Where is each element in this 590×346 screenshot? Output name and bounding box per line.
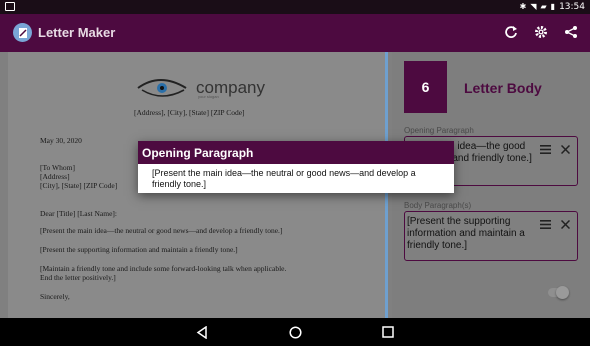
letter-address-line: [Address], [City], [State] [ZIP Code] — [134, 108, 245, 117]
navigation-bar — [0, 318, 590, 346]
recipient-line: [To Whom] — [40, 163, 75, 172]
field-actions — [539, 143, 571, 155]
dialog-title: Opening Paragraph — [138, 141, 454, 164]
opening-paragraph-label: Opening Paragraph — [404, 126, 474, 135]
toggle-knob — [556, 286, 569, 299]
letter-salutation: Dear [Title] [Last Name]: — [40, 209, 117, 218]
status-icons: ✱ ◥ ▰ ▮ 13:54 — [520, 1, 585, 13]
letter-paragraph: End the letter positively.] — [40, 273, 116, 282]
battery-icon: ▮ — [550, 2, 556, 11]
dialog-text[interactable]: [Present the main idea—the neutral or go… — [138, 164, 454, 193]
field-actions — [539, 218, 571, 230]
close-icon[interactable] — [559, 218, 571, 230]
letter-paragraph: [Present the supporting information and … — [40, 245, 238, 254]
letter-paragraph: [Present the main idea—the neutral or go… — [40, 226, 283, 235]
signal-icon: ▰ — [540, 2, 547, 11]
status-bar: ✱ ◥ ▰ ▮ 13:54 — [0, 0, 590, 14]
body-paragraph-field[interactable]: [Present the supporting information and … — [404, 211, 578, 261]
app-bar: Letter Maker — [0, 14, 590, 52]
home-icon[interactable] — [287, 324, 303, 340]
share-icon[interactable] — [562, 23, 580, 41]
back-icon[interactable] — [194, 324, 210, 340]
wifi-icon: ◥ — [530, 2, 537, 11]
step-title: Letter Body — [464, 80, 542, 96]
letter-date: May 30, 2020 — [40, 136, 82, 145]
menu-icon[interactable] — [539, 218, 551, 230]
gear-icon[interactable] — [532, 23, 550, 41]
recents-icon[interactable] — [380, 324, 396, 340]
step-number: 6 — [404, 61, 447, 113]
app-actions — [502, 23, 580, 41]
app-title: Letter Maker — [38, 25, 116, 40]
toggle-switch[interactable] — [548, 286, 569, 299]
notification-icon — [5, 2, 15, 11]
letter-closing: Sincerely, — [40, 292, 70, 301]
app-logo-icon — [13, 23, 32, 42]
menu-icon[interactable] — [539, 143, 551, 155]
letter-paragraph: [Maintain a friendly tone and include so… — [40, 264, 287, 273]
refresh-icon[interactable] — [502, 23, 520, 41]
close-icon[interactable] — [559, 143, 571, 155]
status-time: 13:54 — [559, 2, 585, 12]
body-paragraph-value: [Present the supporting information and … — [407, 216, 525, 251]
body-paragraph-label: Body Paragraph(s) — [404, 201, 472, 210]
recipient-line: [City], [State] [ZIP Code] — [40, 181, 118, 190]
company-tagline: your slogan — [198, 94, 219, 99]
bluetooth-icon: ✱ — [519, 2, 527, 11]
opening-paragraph-dialog: Opening Paragraph [Present the main idea… — [138, 141, 454, 193]
recipient-line: [Address] — [40, 172, 70, 181]
